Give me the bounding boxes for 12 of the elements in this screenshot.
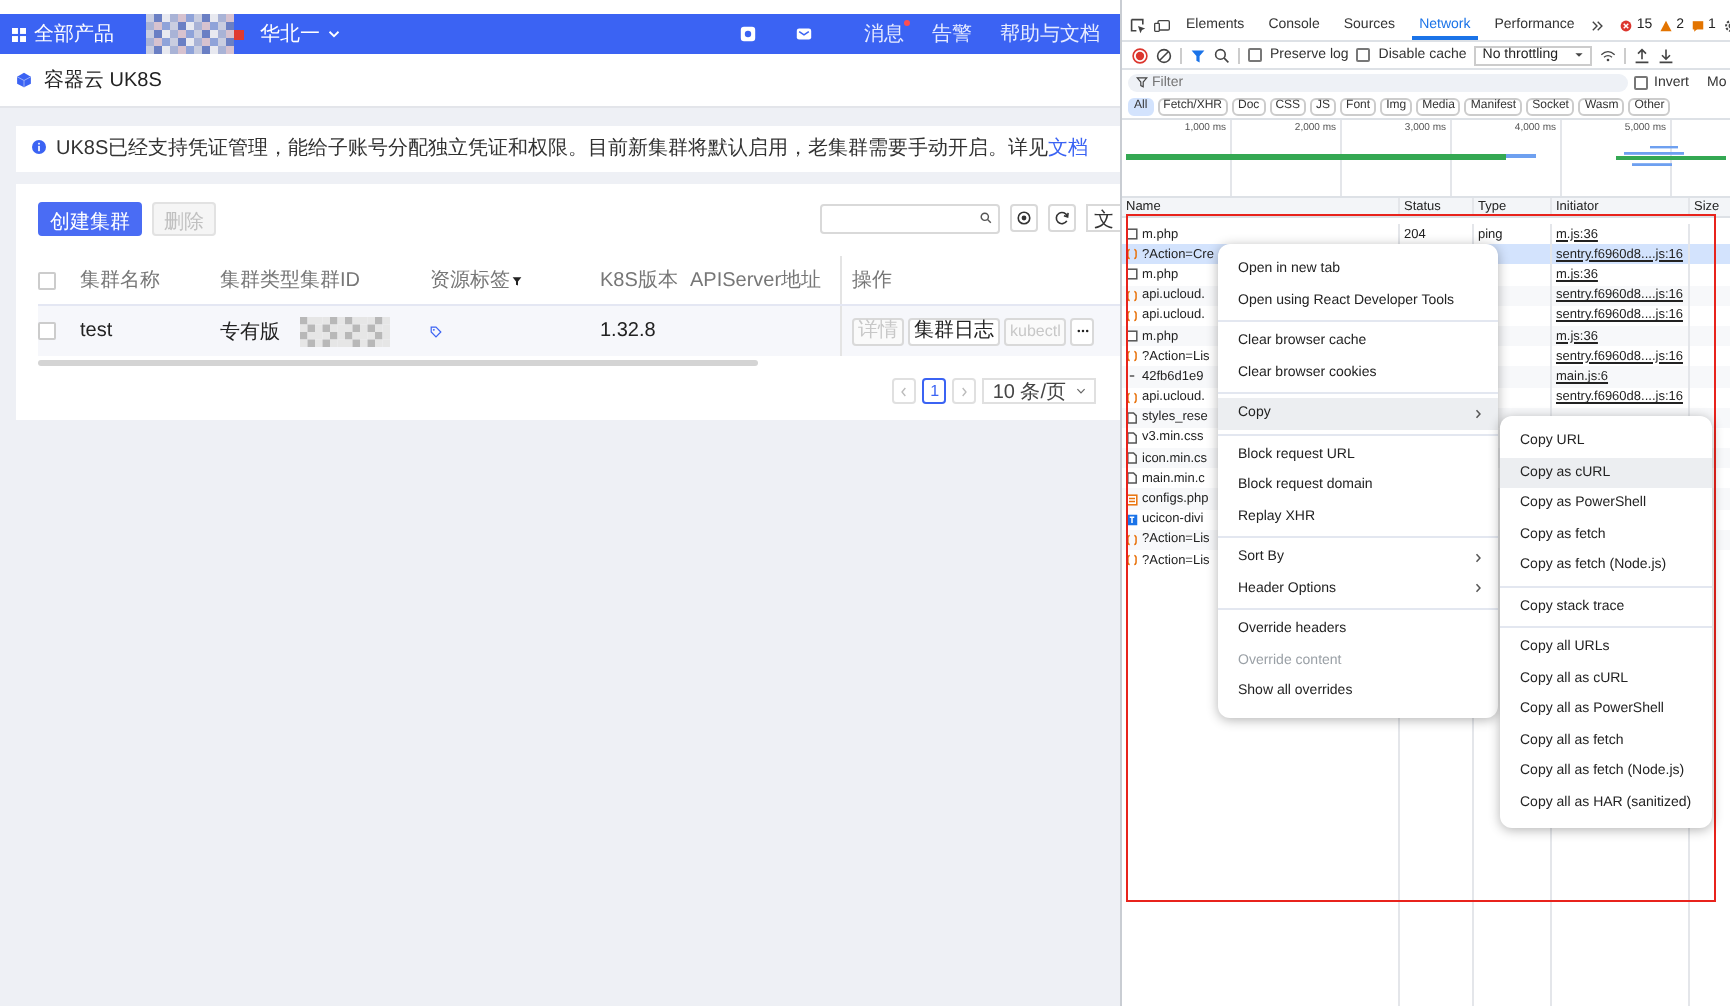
column-header: K8S版本 — [600, 267, 678, 294]
page-title: 容器云 UK8S — [44, 67, 162, 94]
column-header: 集群ID — [300, 268, 360, 294]
table-cell-text: 专有版 — [220, 319, 282, 345]
column-header: 集群类型 — [220, 267, 300, 294]
table-cell-text: test — [80, 320, 115, 342]
column-header: 集群名称 — [80, 268, 160, 294]
column-header: 操作 — [840, 256, 892, 304]
notice-text: UK8S已经支持凭证管理，能给子账号分配独立凭证和权限。目前新集群将默认启用，老集群需要手动开启。详见文档 — [56, 136, 1089, 162]
column-header: 资源标签 — [430, 266, 522, 294]
table-cell-text: 1.32.8 — [600, 320, 658, 342]
column-header: APIServer地址 — [690, 267, 822, 294]
